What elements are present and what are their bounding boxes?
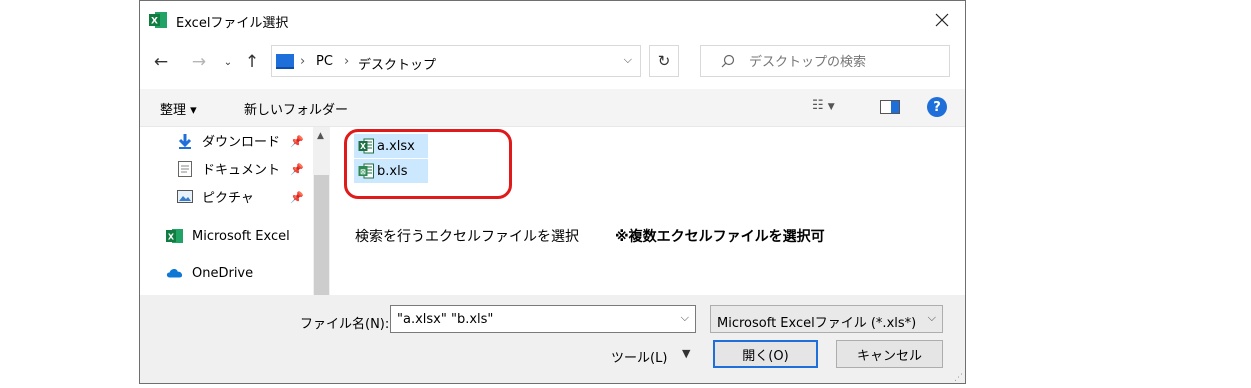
pin-icon: 📌	[290, 191, 304, 204]
breadcrumb-pc[interactable]: PC	[316, 54, 333, 69]
svg-text:X: X	[168, 233, 175, 242]
chevron-down-icon: ⌄	[223, 56, 233, 68]
organize-button[interactable]: 整理 ▾	[160, 99, 197, 118]
pin-icon: 📌	[290, 135, 304, 148]
resize-grip-icon[interactable]: ⋰	[954, 373, 963, 383]
new-folder-button[interactable]: 新しいフォルダー	[244, 99, 348, 118]
filetype-value: Microsoft Excelファイル (*.xls*)	[717, 316, 917, 331]
search-box[interactable]	[700, 45, 950, 77]
nav-item-onedrive[interactable]: OneDrive	[166, 264, 253, 282]
cloud-icon	[166, 264, 184, 282]
download-arrow-icon	[176, 132, 194, 150]
toolbar: 整理 ▾ 新しいフォルダー ☷ ▼ ?	[140, 89, 965, 127]
refresh-icon: ↻	[657, 52, 671, 70]
cancel-button-label: キャンセル	[856, 348, 922, 364]
arrow-left-icon: ←	[153, 52, 169, 72]
refresh-button[interactable]: ↻	[649, 45, 679, 77]
view-options-button[interactable]: ☷ ▼	[812, 98, 835, 113]
file-open-dialog: X Excelファイル選択 ← → ⌄ ↑ › PC › デスクトップ ⌵ ↻ …	[139, 0, 966, 384]
nav-item-label: ピクチャ	[202, 191, 254, 206]
svg-text:X: X	[151, 17, 158, 27]
search-icon	[721, 54, 735, 68]
close-button[interactable]	[919, 1, 965, 39]
filename-label: ファイル名(N):	[300, 317, 390, 332]
chevron-down-icon[interactable]: ⌵	[681, 311, 689, 325]
file-list: X a.xlsx ⊠ b.xls 検索を行うエクセルファイルを選択 ※複数エクセ…	[330, 127, 965, 295]
filetype-select[interactable]: Microsoft Excelファイル (*.xls*) ⌵	[710, 305, 943, 333]
search-input[interactable]	[747, 52, 941, 72]
chevron-up-icon[interactable]: ▲	[317, 131, 324, 141]
filename-value: "a.xlsx" "b.xls"	[397, 312, 494, 327]
filename-input[interactable]: "a.xlsx" "b.xls" ⌵	[390, 305, 696, 333]
nav-scrollbar[interactable]: ▲	[313, 127, 330, 295]
scrollbar-thumb[interactable]	[314, 175, 329, 295]
highlight-ring	[344, 129, 512, 199]
address-bar[interactable]: › PC › デスクトップ ⌵	[271, 45, 641, 77]
nav-item-label: OneDrive	[192, 265, 254, 281]
cancel-button[interactable]: キャンセル	[836, 340, 943, 368]
chevron-down-icon: ⌵	[927, 311, 936, 324]
picture-icon	[176, 188, 194, 206]
arrow-up-icon: ↑	[244, 52, 260, 72]
footer-panel: ファイル名(N): "a.xlsx" "b.xls" ⌵ Microsoft E…	[140, 295, 965, 383]
annotation-note: 検索を行うエクセルファイルを選択	[355, 229, 579, 245]
excel-app-icon: X	[149, 12, 167, 28]
back-button[interactable]: ←	[149, 51, 173, 73]
navigation-pane: ダウンロード 📌 ドキュメント 📌 ピクチャ 📌 X Microsoft Exc…	[140, 127, 330, 295]
nav-item-label: ドキュメント	[202, 163, 281, 178]
chevron-down-icon[interactable]: ▼	[682, 347, 690, 360]
nav-item-microsoft-excel[interactable]: X Microsoft Excel	[166, 227, 290, 245]
forward-button[interactable]: →	[187, 51, 211, 73]
nav-item-documents[interactable]: ドキュメント	[176, 159, 280, 178]
view-list-icon: ☷	[812, 98, 824, 113]
arrow-right-icon: →	[191, 52, 207, 72]
open-button-label: 開く(O)	[742, 348, 789, 364]
document-icon	[176, 160, 194, 178]
annotation-note-bold: ※複数エクセルファイルを選択可	[615, 229, 825, 245]
chevron-down-icon: ▼	[827, 102, 835, 112]
breadcrumb-separator-icon: ›	[344, 54, 350, 69]
title-bar: X Excelファイル選択	[140, 1, 965, 39]
excel-icon: X	[166, 227, 184, 245]
up-button[interactable]: ↑	[240, 51, 264, 73]
tools-button[interactable]: ツール(L)	[611, 347, 667, 366]
breadcrumb-separator-icon: ›	[300, 54, 306, 69]
pc-icon	[276, 54, 294, 69]
close-icon	[935, 13, 949, 27]
preview-pane-icon[interactable]	[880, 100, 900, 114]
breadcrumb-desktop[interactable]: デスクトップ	[358, 54, 436, 73]
help-icon[interactable]: ?	[927, 97, 947, 117]
pin-icon: 📌	[290, 163, 304, 176]
open-button[interactable]: 開く(O)	[713, 340, 818, 368]
nav-item-label: ダウンロード	[202, 135, 281, 150]
nav-item-label: Microsoft Excel	[192, 228, 290, 244]
nav-item-downloads[interactable]: ダウンロード	[176, 131, 280, 150]
nav-item-pictures[interactable]: ピクチャ	[176, 187, 254, 206]
chevron-down-icon[interactable]: ⌵	[624, 53, 632, 67]
recent-locations-button[interactable]: ⌄	[216, 51, 240, 73]
window-title: Excelファイル選択	[176, 16, 289, 31]
